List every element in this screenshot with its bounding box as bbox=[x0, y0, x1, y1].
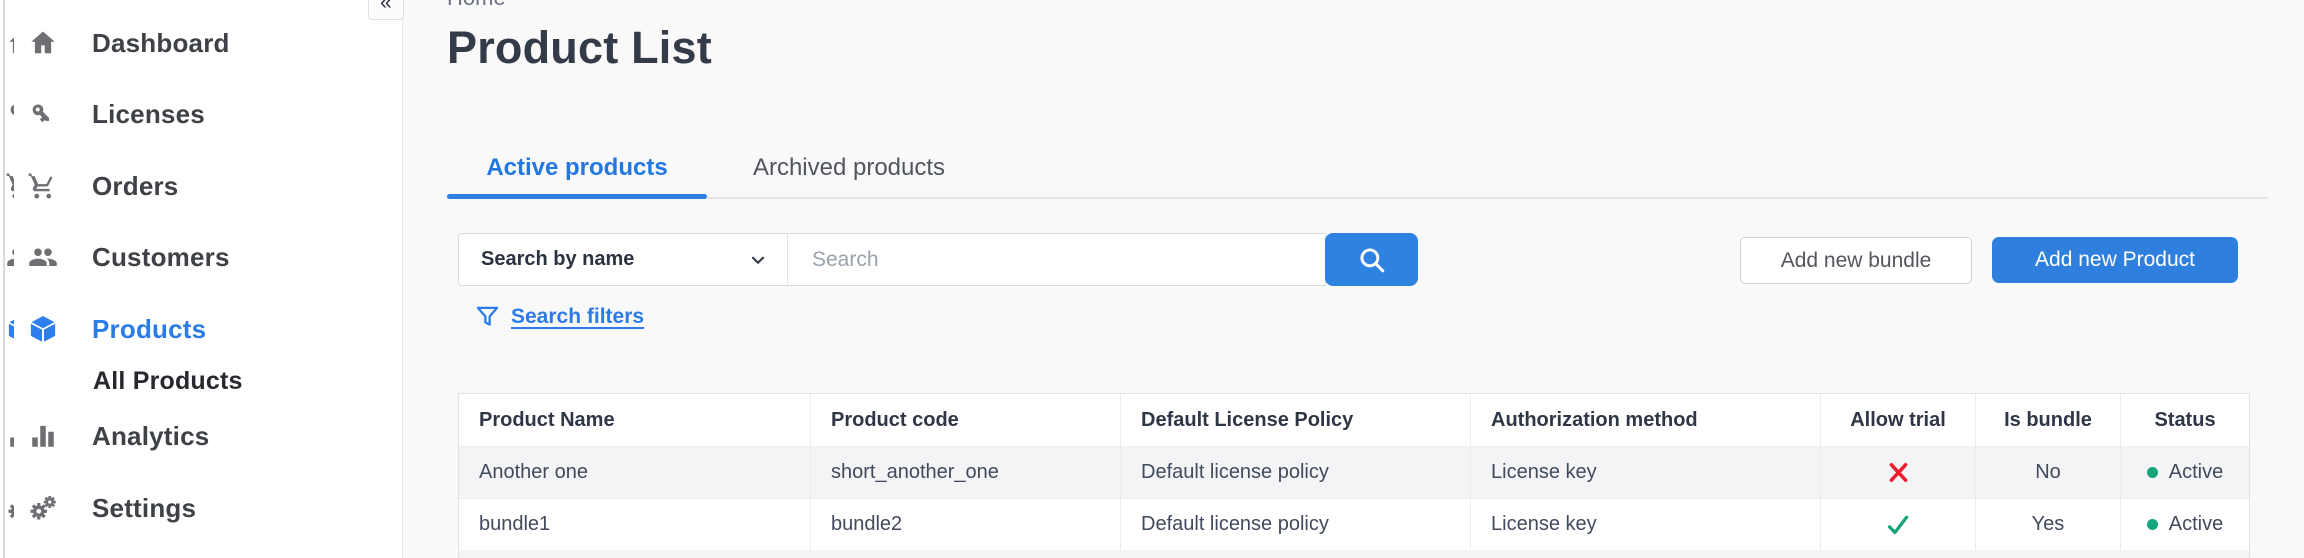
cell-status: Active bbox=[2121, 499, 2249, 550]
cube-icon-fragment bbox=[6, 314, 14, 344]
cell-is-bundle: Yes bbox=[1976, 499, 2121, 550]
sidebar-item-label: Products bbox=[92, 314, 206, 345]
sidebar-item-label: Analytics bbox=[92, 421, 209, 452]
clipped-sidebar-rail bbox=[0, 0, 14, 558]
status-label: Active bbox=[2169, 461, 2223, 484]
cell-authorization-method: License key bbox=[1471, 447, 1821, 498]
home-icon-fragment bbox=[6, 28, 14, 58]
column-header-allow-trial: Allow trial bbox=[1821, 394, 1976, 446]
search-icon bbox=[1355, 243, 1389, 277]
key-icon bbox=[28, 99, 58, 129]
add-new-product-button[interactable]: Add new Product bbox=[1992, 237, 2238, 283]
sidebar-item-label: Dashboard bbox=[92, 28, 230, 59]
users-icon bbox=[28, 242, 58, 272]
users-icon-fragment bbox=[6, 242, 14, 272]
search-field-select[interactable]: Search by name bbox=[458, 233, 788, 286]
chevron-down-icon bbox=[747, 249, 769, 271]
cube-icon bbox=[28, 314, 58, 344]
cell-product-code: short_another_one bbox=[811, 447, 1121, 498]
search-filters-label: Search filters bbox=[511, 305, 644, 329]
cell-product-name: bundle1 bbox=[459, 499, 811, 550]
search-input[interactable] bbox=[787, 233, 1326, 286]
table-header-row: Product Name Product code Default Licens… bbox=[459, 394, 2249, 446]
tab-archived-products[interactable]: Archived products bbox=[707, 140, 991, 196]
rail-divider bbox=[3, 0, 5, 558]
gears-icon-fragment bbox=[6, 493, 14, 523]
cell-status: Active bbox=[2121, 447, 2249, 498]
tab-active-products[interactable]: Active products bbox=[447, 140, 707, 196]
sidebar: « Dashboard Licenses Orders Customers Pr… bbox=[0, 0, 403, 558]
search-filters-link[interactable]: Search filters bbox=[474, 303, 644, 330]
cell-allow-trial bbox=[1821, 499, 1976, 550]
cart-icon bbox=[28, 171, 58, 201]
sidebar-item-customers[interactable]: Customers bbox=[28, 234, 230, 280]
sidebar-item-all-products[interactable]: All Products bbox=[93, 358, 243, 404]
sidebar-item-analytics[interactable]: Analytics bbox=[28, 413, 209, 459]
add-new-bundle-button[interactable]: Add new bundle bbox=[1740, 237, 1972, 284]
sidebar-item-label: Orders bbox=[92, 171, 178, 202]
table-row-partial[interactable] bbox=[459, 550, 2249, 558]
bar-chart-icon-fragment bbox=[6, 421, 14, 451]
app-window: « Dashboard Licenses Orders Customers Pr… bbox=[0, 0, 2304, 558]
column-header-status: Status bbox=[2121, 394, 2249, 446]
search-field-select-value: Search by name bbox=[481, 248, 747, 271]
cell-product-code: bundle2 bbox=[811, 499, 1121, 550]
check-mark-icon bbox=[1884, 511, 1912, 539]
sidebar-item-label: Settings bbox=[92, 493, 196, 524]
table-row[interactable]: Another one short_another_one Default li… bbox=[459, 446, 2249, 498]
sidebar-item-settings[interactable]: Settings bbox=[28, 485, 196, 531]
active-tab-indicator bbox=[447, 194, 707, 199]
collapse-chevrons-icon: « bbox=[380, 0, 392, 15]
x-mark-icon bbox=[1886, 460, 1911, 485]
cell-allow-trial bbox=[1821, 447, 1976, 498]
sidebar-item-label: Customers bbox=[92, 242, 230, 273]
sidebar-item-products[interactable]: Products bbox=[28, 306, 206, 352]
sidebar-item-licenses[interactable]: Licenses bbox=[28, 91, 205, 137]
products-table: Product Name Product code Default Licens… bbox=[458, 393, 2250, 558]
sidebar-item-orders[interactable]: Orders bbox=[28, 163, 178, 209]
column-header-is-bundle: Is bundle bbox=[1976, 394, 2121, 446]
status-dot bbox=[2147, 467, 2158, 478]
cell-authorization-method: License key bbox=[1471, 499, 1821, 550]
cell-default-license-policy: Default license policy bbox=[1121, 499, 1471, 550]
page-title: Product List bbox=[447, 22, 712, 74]
cell-default-license-policy: Default license policy bbox=[1121, 447, 1471, 498]
cart-icon-fragment bbox=[6, 171, 14, 201]
column-header-authorization-method: Authorization method bbox=[1471, 394, 1821, 446]
search-button[interactable] bbox=[1325, 233, 1418, 286]
filter-funnel-icon bbox=[474, 303, 501, 330]
cell-is-bundle: No bbox=[1976, 447, 2121, 498]
sidebar-item-label: All Products bbox=[93, 367, 243, 396]
status-label: Active bbox=[2169, 513, 2223, 536]
status-dot bbox=[2147, 519, 2158, 530]
key-icon-fragment bbox=[6, 99, 14, 129]
sidebar-item-label: Licenses bbox=[92, 99, 205, 130]
tabs-divider bbox=[447, 197, 2268, 199]
column-header-default-license-policy: Default License Policy bbox=[1121, 394, 1471, 446]
breadcrumb[interactable]: Home bbox=[447, 0, 506, 11]
sidebar-item-dashboard[interactable]: Dashboard bbox=[28, 20, 230, 66]
cell-product-name: Another one bbox=[459, 447, 811, 498]
bar-chart-icon bbox=[28, 421, 58, 451]
column-header-product-code: Product code bbox=[811, 394, 1121, 446]
column-header-product-name: Product Name bbox=[459, 394, 811, 446]
table-row[interactable]: bundle1 bundle2 Default license policy L… bbox=[459, 498, 2249, 550]
gears-icon bbox=[28, 493, 58, 523]
sidebar-collapse-button[interactable]: « bbox=[368, 0, 404, 20]
home-icon bbox=[28, 28, 58, 58]
